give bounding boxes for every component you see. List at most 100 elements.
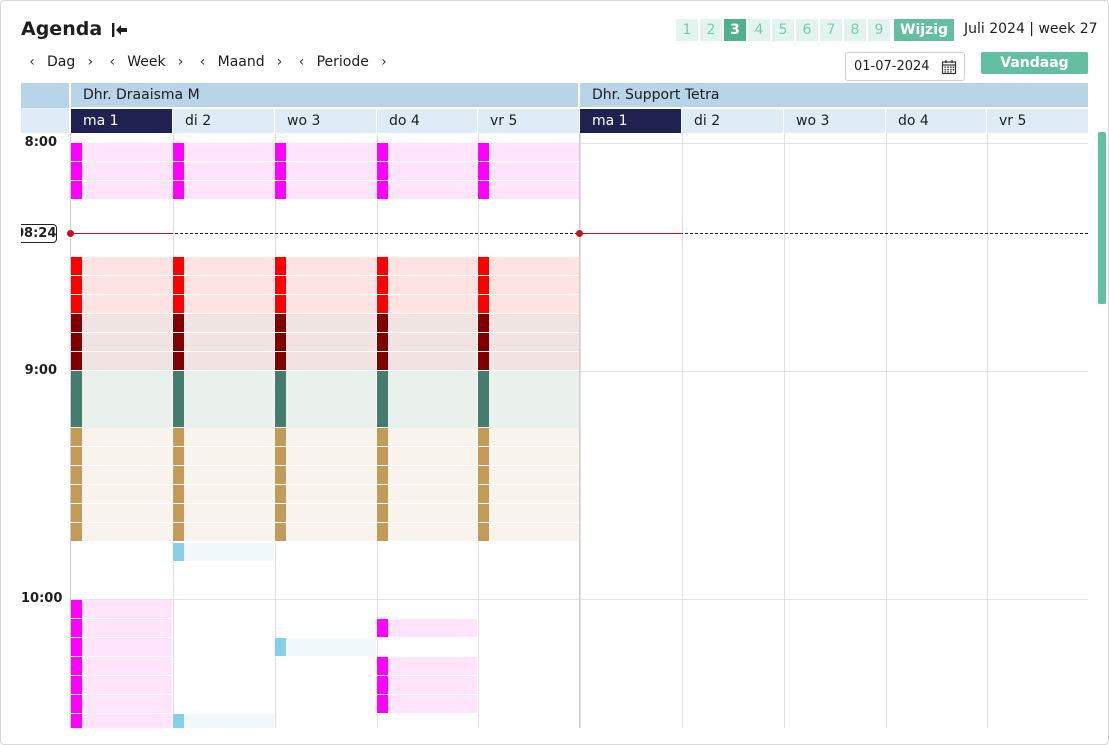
week-button-4[interactable]: 4 xyxy=(748,19,770,41)
next-period-icon[interactable]: › xyxy=(373,54,395,70)
appointment-block[interactable] xyxy=(71,619,172,638)
appointment-block[interactable] xyxy=(71,657,172,676)
appointment-block[interactable] xyxy=(275,504,376,523)
day-header-2-1[interactable]: ma 1 xyxy=(580,109,681,133)
appointment-block[interactable] xyxy=(377,352,477,371)
appointment-block[interactable] xyxy=(173,333,274,352)
appointment-block[interactable] xyxy=(377,657,477,676)
appointment-block[interactable] xyxy=(377,276,477,295)
appointment-block[interactable] xyxy=(478,181,579,200)
week-button-9[interactable]: 9 xyxy=(868,19,890,41)
appointment-block[interactable] xyxy=(377,143,477,162)
appointment-block[interactable] xyxy=(377,333,477,352)
appointment-block[interactable] xyxy=(275,447,376,466)
appointment-block[interactable] xyxy=(71,314,172,333)
week-button-2[interactable]: 2 xyxy=(700,19,722,41)
appointment-block[interactable] xyxy=(377,428,477,447)
day-header-1-4[interactable]: do 4 xyxy=(377,109,477,133)
day-header-2-5[interactable]: vr 5 xyxy=(987,109,1088,133)
next-day-icon[interactable]: › xyxy=(79,54,101,70)
day-header-1-3[interactable]: wo 3 xyxy=(275,109,376,133)
appointment-block[interactable] xyxy=(377,485,477,504)
appointment-block[interactable] xyxy=(173,295,274,314)
appointment-block[interactable] xyxy=(173,371,274,428)
appointment-block[interactable] xyxy=(173,485,274,504)
appointment-block[interactable] xyxy=(377,676,477,695)
appointment-block[interactable] xyxy=(478,143,579,162)
appointment-block[interactable] xyxy=(275,181,376,200)
appointment-block[interactable] xyxy=(478,485,579,504)
prev-period-icon[interactable]: ‹ xyxy=(291,54,313,70)
appointment-block[interactable] xyxy=(377,504,477,523)
appointment-block[interactable] xyxy=(71,695,172,714)
appointment-block[interactable] xyxy=(71,143,172,162)
appointment-block[interactable] xyxy=(478,276,579,295)
week-button-5[interactable]: 5 xyxy=(772,19,794,41)
appointment-block[interactable] xyxy=(377,371,477,428)
appointment-block[interactable] xyxy=(71,428,172,447)
week-button-8[interactable]: 8 xyxy=(844,19,866,41)
appointment-block[interactable] xyxy=(275,276,376,295)
appointment-block[interactable] xyxy=(173,257,274,276)
appointment-block[interactable] xyxy=(275,162,376,181)
appointment-block[interactable] xyxy=(275,428,376,447)
appointment-block[interactable] xyxy=(478,314,579,333)
collapse-left-icon[interactable] xyxy=(110,20,130,40)
appointment-block[interactable] xyxy=(71,676,172,695)
appointment-block[interactable] xyxy=(173,543,274,562)
appointment-block[interactable] xyxy=(71,600,172,619)
appointment-block[interactable] xyxy=(173,143,274,162)
edit-weeks-button[interactable]: Wijzig xyxy=(894,19,955,41)
appointment-block[interactable] xyxy=(478,295,579,314)
nav-day[interactable]: Dag xyxy=(43,54,79,70)
appointment-block[interactable] xyxy=(71,257,172,276)
appointment-block[interactable] xyxy=(478,523,579,542)
day-header-2-3[interactable]: wo 3 xyxy=(784,109,885,133)
appointment-block[interactable] xyxy=(71,485,172,504)
week-button-3[interactable]: 3 xyxy=(724,19,746,41)
appointment-block[interactable] xyxy=(71,504,172,523)
today-button[interactable]: Vandaag xyxy=(981,52,1088,74)
appointment-block[interactable] xyxy=(173,714,274,728)
appointment-block[interactable] xyxy=(275,143,376,162)
appointment-block[interactable] xyxy=(71,638,172,657)
appointment-block[interactable] xyxy=(377,619,477,638)
appointment-block[interactable] xyxy=(71,333,172,352)
day-header-1-2[interactable]: di 2 xyxy=(173,109,274,133)
next-week-icon[interactable]: › xyxy=(170,54,192,70)
appointment-block[interactable] xyxy=(377,447,477,466)
appointment-block[interactable] xyxy=(173,504,274,523)
appointment-block[interactable] xyxy=(71,276,172,295)
nav-week[interactable]: Week xyxy=(123,54,169,70)
appointment-block[interactable] xyxy=(173,162,274,181)
appointment-block[interactable] xyxy=(71,714,172,728)
day-header-2-2[interactable]: di 2 xyxy=(682,109,783,133)
appointment-block[interactable] xyxy=(173,428,274,447)
appointment-block[interactable] xyxy=(71,162,172,181)
appointment-block[interactable] xyxy=(478,371,579,428)
appointment-block[interactable] xyxy=(478,162,579,181)
appointment-block[interactable] xyxy=(71,181,172,200)
appointment-block[interactable] xyxy=(71,371,172,428)
appointment-block[interactable] xyxy=(377,295,477,314)
prev-day-icon[interactable]: ‹ xyxy=(21,54,43,70)
appointment-block[interactable] xyxy=(275,371,376,428)
appointment-block[interactable] xyxy=(71,295,172,314)
appointment-block[interactable] xyxy=(478,466,579,485)
appointment-block[interactable] xyxy=(173,447,274,466)
appointment-block[interactable] xyxy=(275,352,376,371)
prev-month-icon[interactable]: ‹ xyxy=(192,54,214,70)
appointment-block[interactable] xyxy=(275,523,376,542)
appointment-block[interactable] xyxy=(377,523,477,542)
appointment-block[interactable] xyxy=(275,314,376,333)
appointment-block[interactable] xyxy=(275,257,376,276)
appointment-block[interactable] xyxy=(478,447,579,466)
day-header-2-4[interactable]: do 4 xyxy=(886,109,986,133)
appointment-block[interactable] xyxy=(377,314,477,333)
appointment-block[interactable] xyxy=(71,466,172,485)
appointment-block[interactable] xyxy=(478,257,579,276)
appointment-block[interactable] xyxy=(71,523,172,542)
appointment-block[interactable] xyxy=(377,162,477,181)
week-button-1[interactable]: 1 xyxy=(676,19,698,41)
appointment-block[interactable] xyxy=(71,352,172,371)
